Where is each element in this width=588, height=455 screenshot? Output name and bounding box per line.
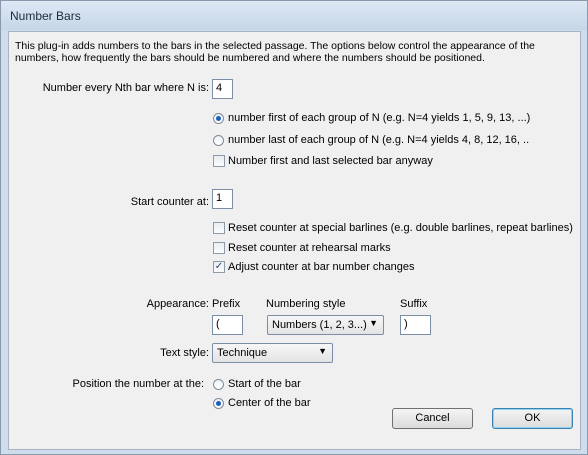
check-mark-icon: ✓ [214,261,224,272]
radio-start-of-bar[interactable] [213,379,224,390]
start-counter-label: Start counter at: [130,196,209,208]
checkbox-adjust-counter[interactable]: ✓ [213,261,225,273]
checkbox-first-last[interactable] [213,155,225,167]
every-n-input[interactable]: 4 [212,79,233,99]
checkbox-reset-barlines[interactable] [213,222,225,234]
text-style-value: Technique [217,347,268,359]
start-counter-input[interactable]: 1 [212,189,233,209]
dialog-body: This plug-in adds numbers to the bars in… [8,31,581,450]
prefix-label: Prefix [212,298,241,310]
cancel-button[interactable]: Cancel [392,408,473,429]
chevron-down-icon: ▼ [318,346,327,356]
position-label: Position the number at the: [72,378,204,390]
radio-number-first-label: number first of each group of N (e.g. N=… [228,112,531,124]
ok-button[interactable]: OK [492,408,573,429]
radio-number-last[interactable] [213,135,224,146]
intro-text: This plug-in adds numbers to the bars in… [15,40,535,64]
numbering-style-label: Numbering style [266,298,346,310]
numbering-style-select[interactable]: Numbers (1, 2, 3...) ▼ [267,315,384,335]
radio-number-first[interactable] [213,113,224,124]
radio-center-of-bar[interactable] [213,398,224,409]
checkbox-first-last-label: Number first and last selected bar anywa… [228,155,433,167]
checkbox-reset-rehearsal[interactable] [213,242,225,254]
checkbox-reset-rehearsal-label: Reset counter at rehearsal marks [228,242,391,254]
numbering-style-value: Numbers (1, 2, 3...) [272,319,367,331]
suffix-label: Suffix [400,298,428,310]
text-style-select[interactable]: Technique ▼ [212,343,333,363]
prefix-input[interactable]: ( [212,315,243,335]
appearance-label: Appearance: [146,298,209,310]
suffix-input[interactable]: ) [400,315,431,335]
checkbox-reset-barlines-label: Reset counter at special barlines (e.g. … [228,222,573,234]
text-style-label: Text style: [160,347,209,359]
title-bar[interactable]: Number Bars [1,1,587,30]
window-title: Number Bars [10,9,81,23]
radio-start-of-bar-label: Start of the bar [228,378,301,390]
radio-center-of-bar-label: Center of the bar [228,397,311,409]
every-n-label: Number every Nth bar where N is: [42,82,209,94]
radio-number-last-label: number last of each group of N (e.g. N=4… [228,134,530,146]
checkbox-adjust-counter-label: Adjust counter at bar number changes [228,261,415,273]
chevron-down-icon: ▼ [369,318,378,328]
dialog-window: Number Bars This plug-in adds numbers to… [0,0,588,455]
